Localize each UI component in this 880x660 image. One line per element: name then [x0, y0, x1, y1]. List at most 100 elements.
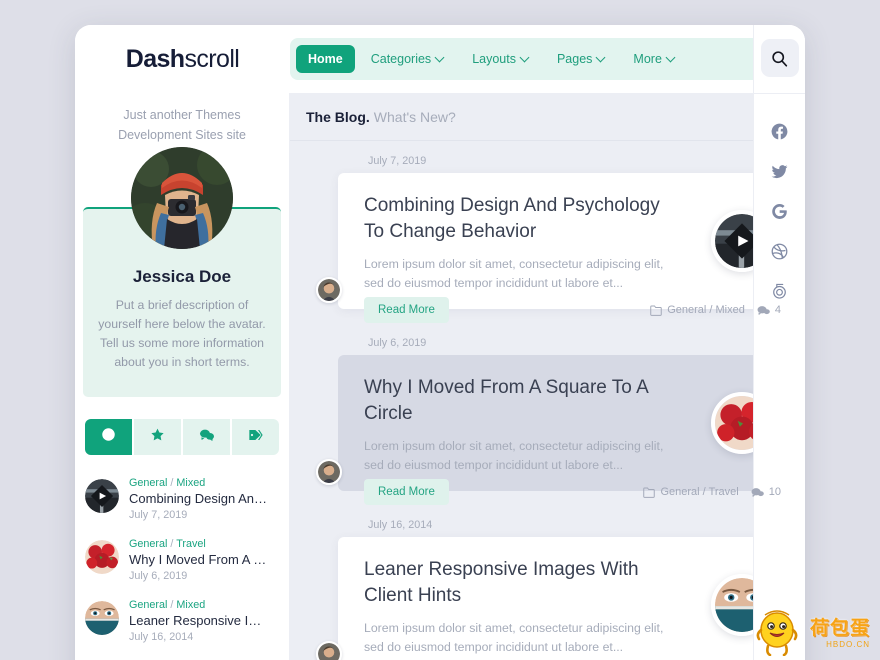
post-title[interactable]: Combining Design And Psychology To Chang… [364, 193, 664, 245]
post-category-label: General / Mixed [667, 304, 745, 316]
read-more-button[interactable]: Read More [364, 479, 449, 505]
facebook-icon[interactable] [770, 122, 789, 141]
thumbnail-image [85, 601, 119, 635]
nav-item-label: Pages [556, 52, 593, 66]
list-item-title[interactable]: Combining Design And ... [129, 490, 269, 508]
category-sub: Travel [176, 538, 206, 550]
author-avatar-image [318, 643, 340, 660]
clock-icon [101, 427, 116, 447]
list-item-date: July 6, 2019 [129, 570, 188, 582]
list-item-title[interactable]: Leaner Responsive Imag... [129, 612, 269, 630]
post-excerpt: Lorem ipsum dolor sit amet, consectetur … [364, 439, 664, 472]
tagline-line-1: Just another Themes [123, 108, 241, 122]
post-excerpt: Lorem ipsum dolor sit amet, consectetur … [364, 621, 664, 654]
post-comment-count[interactable]: 10 [751, 486, 781, 498]
nav-item-label: Categories [370, 52, 432, 66]
post-category[interactable]: General / Mixed [650, 304, 745, 316]
widget-tab-tags[interactable] [232, 419, 279, 455]
post-comment-count[interactable]: 4 [757, 304, 781, 316]
search-icon[interactable] [760, 39, 799, 77]
post-date: July 16, 2014 [368, 519, 433, 531]
nav-item-label: Layouts [472, 52, 516, 66]
main-navigation: Home Categories Layouts Pages More [290, 38, 783, 80]
post-date: July 6, 2019 [368, 337, 427, 349]
site-tagline: Just another Themes Development Sites si… [75, 101, 289, 145]
list-item-category[interactable]: General / Mixed [129, 476, 269, 490]
nav-item-pages[interactable]: Pages [545, 45, 617, 73]
comments-icon [199, 427, 215, 448]
twitter-icon[interactable] [770, 162, 789, 181]
post-comment-number: 4 [774, 304, 781, 316]
watermark-text: 荷包蛋 [809, 618, 870, 639]
post-date: July 7, 2019 [368, 155, 427, 167]
post-bubble[interactable]: Why I Moved From A Square To A Circle Lo… [331, 355, 787, 491]
widget-tab-clock[interactable] [85, 419, 134, 455]
logo-light: scroll [184, 44, 240, 73]
chevron-down-icon [667, 54, 675, 62]
google-icon[interactable] [770, 202, 789, 221]
left-sidebar: Just another Themes Development Sites si… [75, 93, 290, 660]
post-bubble-row: Why I Moved From A Square To A Circle Lo… [316, 355, 787, 491]
thumbnail-image [85, 540, 119, 574]
nav-item-more[interactable]: More [621, 45, 686, 73]
comment-icon [757, 305, 770, 315]
profile-avatar [131, 147, 233, 249]
chevron-down-icon [597, 54, 605, 62]
main-content: The Blog. What's New? July 7, 2019 Combi… [290, 93, 805, 660]
list-item-thumbnail [85, 540, 119, 574]
profile-card: Jessica Doe Put a brief description of y… [83, 147, 281, 397]
screenshot-root: Dashscroll Home Categories Layouts Pages Mor… [0, 0, 880, 660]
thumbnail-image [85, 479, 119, 513]
logo-bold: Dash [125, 44, 185, 73]
category-sub: Mixed [176, 599, 206, 611]
post-bubble[interactable]: Leaner Responsive Images With Client Hin… [331, 537, 787, 660]
list-item[interactable]: General / Mixed Leaner Responsive Imag..… [85, 591, 279, 652]
tagline-line-2: Development Sites site [118, 128, 246, 142]
post-comment-number: 10 [768, 486, 781, 498]
profile-description: Put a brief description of yourself here… [98, 298, 266, 369]
post-title[interactable]: Why I Moved From A Square To A Circle [364, 375, 664, 427]
recent-posts-list: General / Mixed Combining Design And ...… [75, 469, 289, 660]
list-item-meta: General / Mixed Leaner Responsive Imag..… [129, 598, 269, 645]
widget-tab-comments[interactable] [183, 419, 232, 455]
site-logo: Dashscroll [125, 44, 240, 74]
post-author-avatar[interactable] [316, 641, 342, 660]
watermark-mascot [756, 610, 798, 656]
list-item-date: July 7, 2019 [129, 509, 188, 521]
list-item-category[interactable]: General / Travel [129, 537, 269, 551]
app-body: Just another Themes Development Sites si… [75, 93, 805, 660]
post-footer: Read More General / Travel 10 [316, 479, 787, 505]
post-bubble[interactable]: Combining Design And Psychology To Chang… [331, 173, 787, 309]
list-item-title[interactable]: Why I Moved From A Sq... [129, 551, 269, 569]
blog-post-card: July 6, 2019 Why I Moved From A Square T… [316, 337, 787, 505]
chevron-down-icon [521, 54, 529, 62]
list-item-meta: General / Mixed Combining Design And ...… [129, 476, 269, 523]
sidebar-widget-tabs [85, 419, 279, 455]
post-category[interactable]: General / Travel [643, 486, 739, 498]
list-item-thumbnail [85, 479, 119, 513]
nav-item-label: Home [308, 52, 343, 66]
post-footer: Read More General / Mixed 4 [316, 297, 787, 323]
dribbble-icon[interactable] [770, 242, 789, 261]
blog-heading-light: What's New? [373, 108, 456, 125]
list-item[interactable]: General / Travel Why I Moved From A Sq..… [85, 530, 279, 591]
nav-item-layouts[interactable]: Layouts [460, 45, 541, 73]
list-item[interactable]: General / Mixed Combining Design And ...… [85, 469, 279, 530]
nav-item-categories[interactable]: Categories [359, 45, 456, 73]
widget-tab-star[interactable] [134, 419, 183, 455]
profile-name: Jessica Doe [132, 267, 232, 286]
blog-post-card: July 16, 2014 Leaner Responsive Images W… [316, 519, 787, 660]
avatar-photo [131, 147, 233, 249]
list-item-thumbnail [85, 601, 119, 635]
read-more-button[interactable]: Read More [364, 297, 449, 323]
logo-container[interactable]: Dashscroll [75, 45, 290, 74]
category-separator: / [167, 538, 177, 550]
list-item-category[interactable]: General / Mixed [129, 598, 269, 612]
tags-icon [248, 427, 264, 448]
folder-icon [643, 487, 656, 498]
list-item[interactable]: General / Lifestyle The New Smashing Mys… [85, 652, 279, 660]
blog-heading-bold: The Blog. [306, 108, 370, 125]
nav-item-home[interactable]: Home [296, 45, 355, 73]
post-title[interactable]: Leaner Responsive Images With Client Hin… [364, 557, 664, 609]
social-links [770, 122, 789, 301]
